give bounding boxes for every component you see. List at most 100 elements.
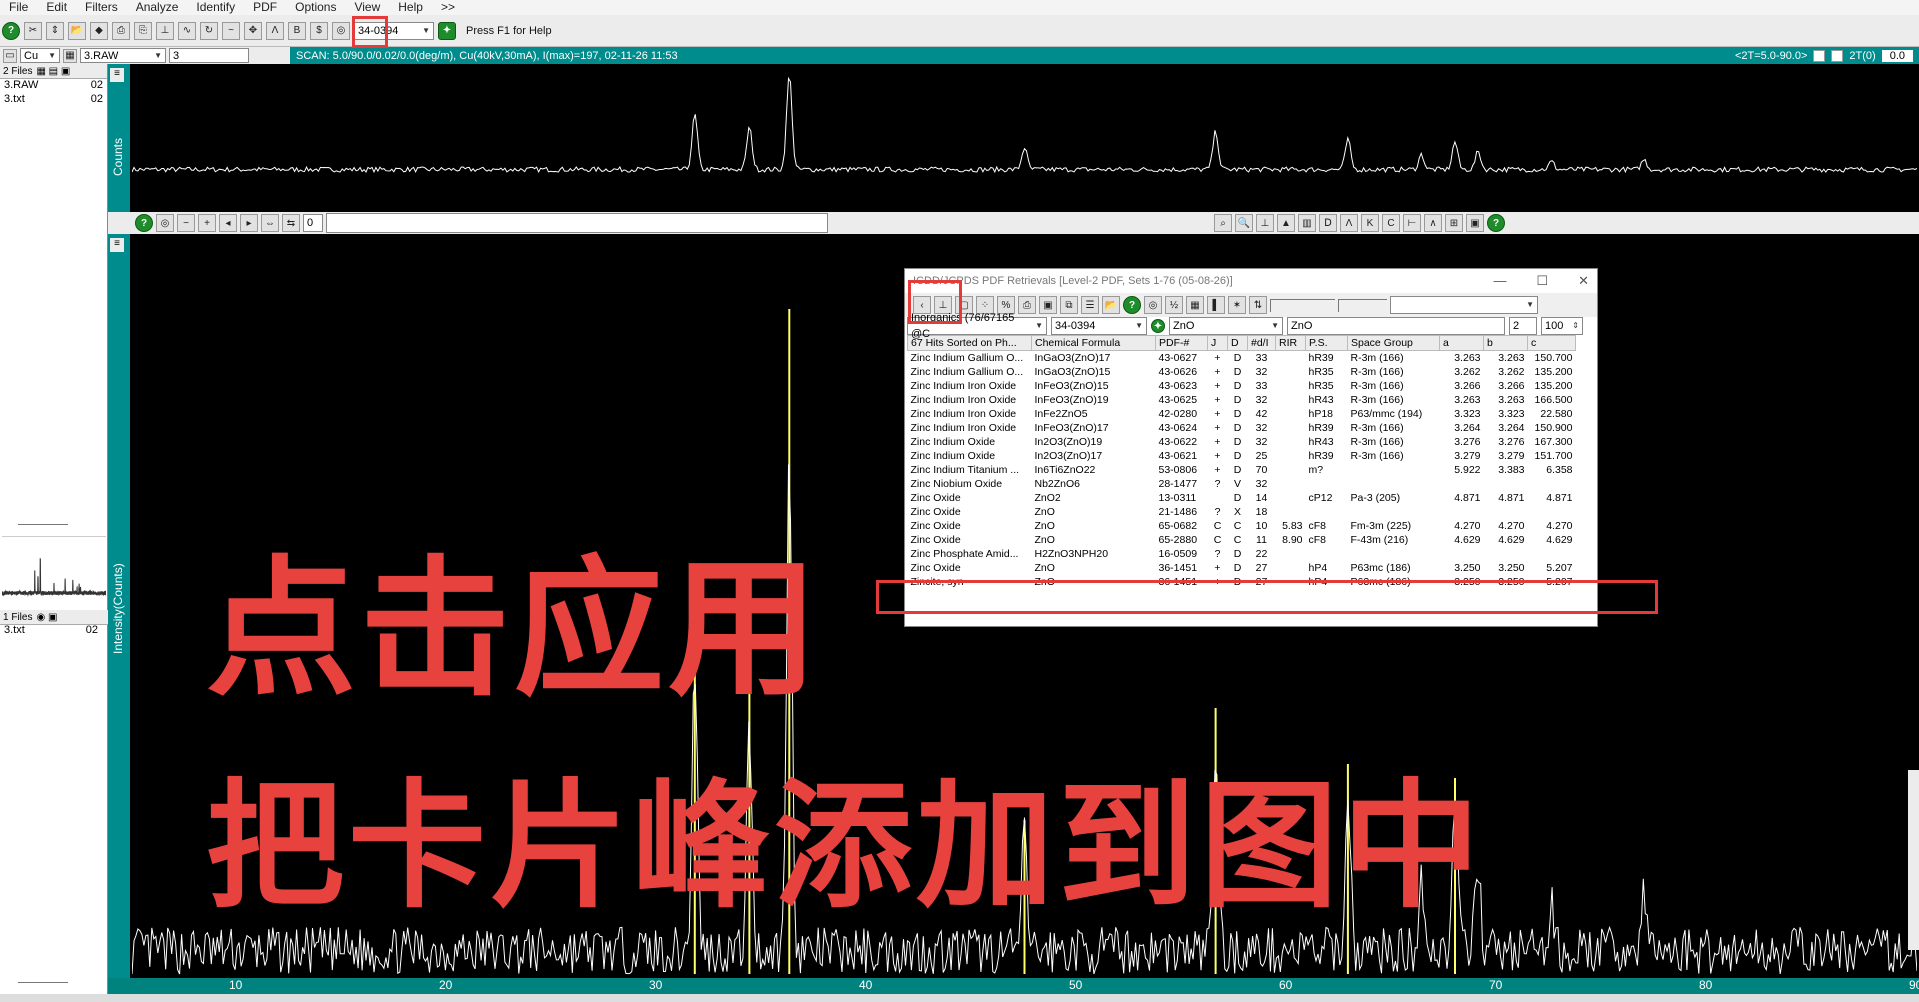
table-row[interactable]: Zinc Oxide ZnO 21-1486? X 18 [908, 505, 1576, 519]
table-row[interactable]: Zinc Indium Titanium ... In6Ti6ZnO22 53-08… [908, 463, 1576, 477]
menu-item-9[interactable]: >> [432, 0, 464, 15]
column-header[interactable]: Chemical Formula [1031, 335, 1156, 351]
column-header[interactable]: #d/I [1247, 335, 1276, 351]
target-icon[interactable]: ◎ [156, 214, 174, 232]
close-icon[interactable]: ✕ [1578, 273, 1589, 289]
help-icon[interactable]: ? [2, 21, 20, 40]
file-tools-icon[interactable]: ◉ ▣ [36, 612, 57, 623]
column-header[interactable]: D [1227, 335, 1248, 351]
search-field[interactable]: ZnO [1287, 317, 1505, 335]
bg-icon[interactable]: B [288, 21, 306, 40]
help-icon[interactable]: ? [135, 214, 153, 232]
copy-icon[interactable]: ⧉ [1060, 296, 1078, 314]
checkbox-icon[interactable] [1831, 49, 1844, 62]
table-row[interactable]: Zinc Oxide ZnO 36-1451 + D 27 hP4 P63mc (186) 3.… [908, 561, 1576, 575]
menu-item-2[interactable]: Filters [76, 0, 127, 15]
column-header[interactable]: c [1527, 335, 1576, 351]
minus-icon[interactable]: − [177, 214, 195, 232]
color-bar-icon[interactable]: ▌ [1207, 296, 1225, 314]
column-header[interactable]: 67 Hits Sorted on Ph... [907, 335, 1032, 351]
column-header[interactable]: RIR [1275, 335, 1306, 351]
checkbox-icon[interactable] [1813, 49, 1826, 62]
table-row[interactable]: Zinc Oxide ZnO 65-2880 C C 11 8.90 cF8 F-43m (21… [908, 533, 1576, 547]
search-icon[interactable]: ✦ [1151, 319, 1165, 333]
help-icon[interactable]: ? [1123, 296, 1141, 314]
bars-icon[interactable]: ▥ [1298, 214, 1316, 232]
shrink-icon[interactable]: ⇆ [282, 214, 300, 232]
menu-item-5[interactable]: PDF [244, 0, 286, 15]
column-header[interactable]: Space Group [1347, 335, 1440, 351]
list-icon[interactable]: ☰ [1081, 296, 1099, 314]
peak-search-icon[interactable]: ⊥ [1256, 214, 1274, 232]
menu-item-6[interactable]: Options [286, 0, 345, 15]
splitter[interactable] [18, 524, 68, 525]
file-list-item[interactable]: 3.txt 02 [0, 624, 102, 638]
pdf-retrieval-window[interactable]: ICDD/JCPDS PDF Retrievals [Level-2 PDF, … [904, 268, 1598, 627]
pattern-icon[interactable]: ∧ [1424, 214, 1442, 232]
background-icon[interactable]: Λ [266, 21, 284, 40]
column-header[interactable]: P.S. [1305, 335, 1348, 351]
measure-icon[interactable]: ⊢ [1403, 214, 1421, 232]
one-two-icon[interactable]: ½ [1165, 296, 1183, 314]
maximize-icon[interactable]: ☐ [1536, 273, 1548, 289]
grid-icon[interactable]: ▦ [63, 48, 77, 63]
side-scroll-strip[interactable] [1908, 770, 1919, 950]
expand-icon[interactable]: ⇔ [261, 214, 279, 232]
table-row[interactable]: Zinc Phosphate Amid... H2ZnO3NPH20 16-0509… [908, 547, 1576, 561]
table-row[interactable]: Zinc Niobium Oxide Nb2ZnO6 28-1477? V 32 [908, 477, 1576, 491]
menu-item-1[interactable]: Edit [37, 0, 76, 15]
plot-menu-icon[interactable]: ≡ [110, 238, 124, 252]
overview-plot[interactable]: Counts ≡ [108, 64, 1919, 212]
folder-icon[interactable]: ▭ [3, 48, 17, 63]
table-row[interactable]: Zinc Indium Iron Oxide InFe2ZnO5 42-0280 + D… [908, 407, 1576, 421]
menu-item-8[interactable]: Help [389, 0, 432, 15]
help-icon[interactable]: ? [1487, 214, 1505, 232]
layers-icon[interactable]: ▣ [1466, 214, 1484, 232]
arrows-icon[interactable]: ⇕ [46, 21, 64, 40]
line-style-icon[interactable] [1338, 298, 1387, 312]
smooth-icon[interactable]: ~ [222, 21, 240, 40]
value-field[interactable]: 3 [169, 48, 249, 63]
right-arrow-icon[interactable]: ▸ [240, 214, 258, 232]
save-icon[interactable]: ▣ [1039, 296, 1057, 314]
minimize-icon[interactable]: — [1493, 273, 1506, 289]
mountain-icon[interactable]: ▲ [1277, 214, 1295, 232]
cursor-icon[interactable]: C [1382, 214, 1400, 232]
peak-icon[interactable]: ⊥ [156, 21, 174, 40]
print-preview-icon[interactable]: ⎘ [134, 21, 152, 40]
pdf-search-icon[interactable]: ✦ [438, 21, 456, 40]
table-row[interactable]: Zinc Indium Oxide In2O3(ZnO)19 43-0622 + D 32… [908, 435, 1576, 449]
splitter[interactable] [18, 982, 68, 983]
de-icon[interactable]: Ⅾ [1319, 214, 1337, 232]
max-field[interactable]: 100 ⇕ [1541, 317, 1583, 335]
formula-combo[interactable]: ZnO ▼ [1169, 317, 1283, 335]
file-list-item[interactable]: 3.txt 02 [0, 93, 107, 107]
diamond-icon[interactable]: ◆ [90, 21, 108, 40]
file-tools-icon[interactable]: ▦ ▤ ▣ [36, 66, 70, 77]
chart-icon[interactable]: ⊞ [1445, 214, 1463, 232]
globe-icon[interactable]: ◎ [1144, 296, 1162, 314]
scissors-icon[interactable]: ✂ [24, 21, 42, 40]
file-combo[interactable]: 3.RAW ▼ [80, 48, 166, 63]
plus-icon[interactable]: + [198, 214, 216, 232]
table-row[interactable]: Zinc Oxide ZnO2 13-0311 D 14 cP12 Pa-3 (205) 4.… [908, 491, 1576, 505]
move-icon[interactable]: ✥ [244, 21, 262, 40]
pdf-globe-icon[interactable]: ◎ [332, 21, 350, 40]
column-header[interactable]: J [1207, 335, 1228, 351]
table-row[interactable]: Zinc Indium Gallium O... InGaO3(ZnO)17 43-… [908, 351, 1576, 366]
menu-item-0[interactable]: File [0, 0, 37, 15]
zoom-icon[interactable]: ⌕ [1214, 214, 1232, 232]
print-icon[interactable]: ⎙ [112, 21, 130, 40]
two-theta-zero-field[interactable]: 0.0 [1881, 49, 1913, 62]
pattern-thumbnail[interactable] [1, 536, 107, 601]
plot-command-field[interactable] [326, 213, 828, 233]
peak-fit-icon[interactable]: ∿ [178, 21, 196, 40]
pdf-quick-combo[interactable]: ▼ [1390, 296, 1538, 314]
fit-icon[interactable]: Λ [1340, 214, 1358, 232]
sort-icon[interactable]: ⇅ [1249, 296, 1267, 314]
anode-combo[interactable]: Cu ▼ [20, 48, 60, 63]
column-header[interactable]: b [1483, 335, 1528, 351]
pdf-window-titlebar[interactable]: ICDD/JCPDS PDF Retrievals [Level-2 PDF, … [905, 269, 1597, 293]
table-row[interactable]: Zinc Indium Iron Oxide InFeO3(ZnO)17 43-06… [908, 421, 1576, 435]
left-arrow-icon[interactable]: ◂ [219, 214, 237, 232]
